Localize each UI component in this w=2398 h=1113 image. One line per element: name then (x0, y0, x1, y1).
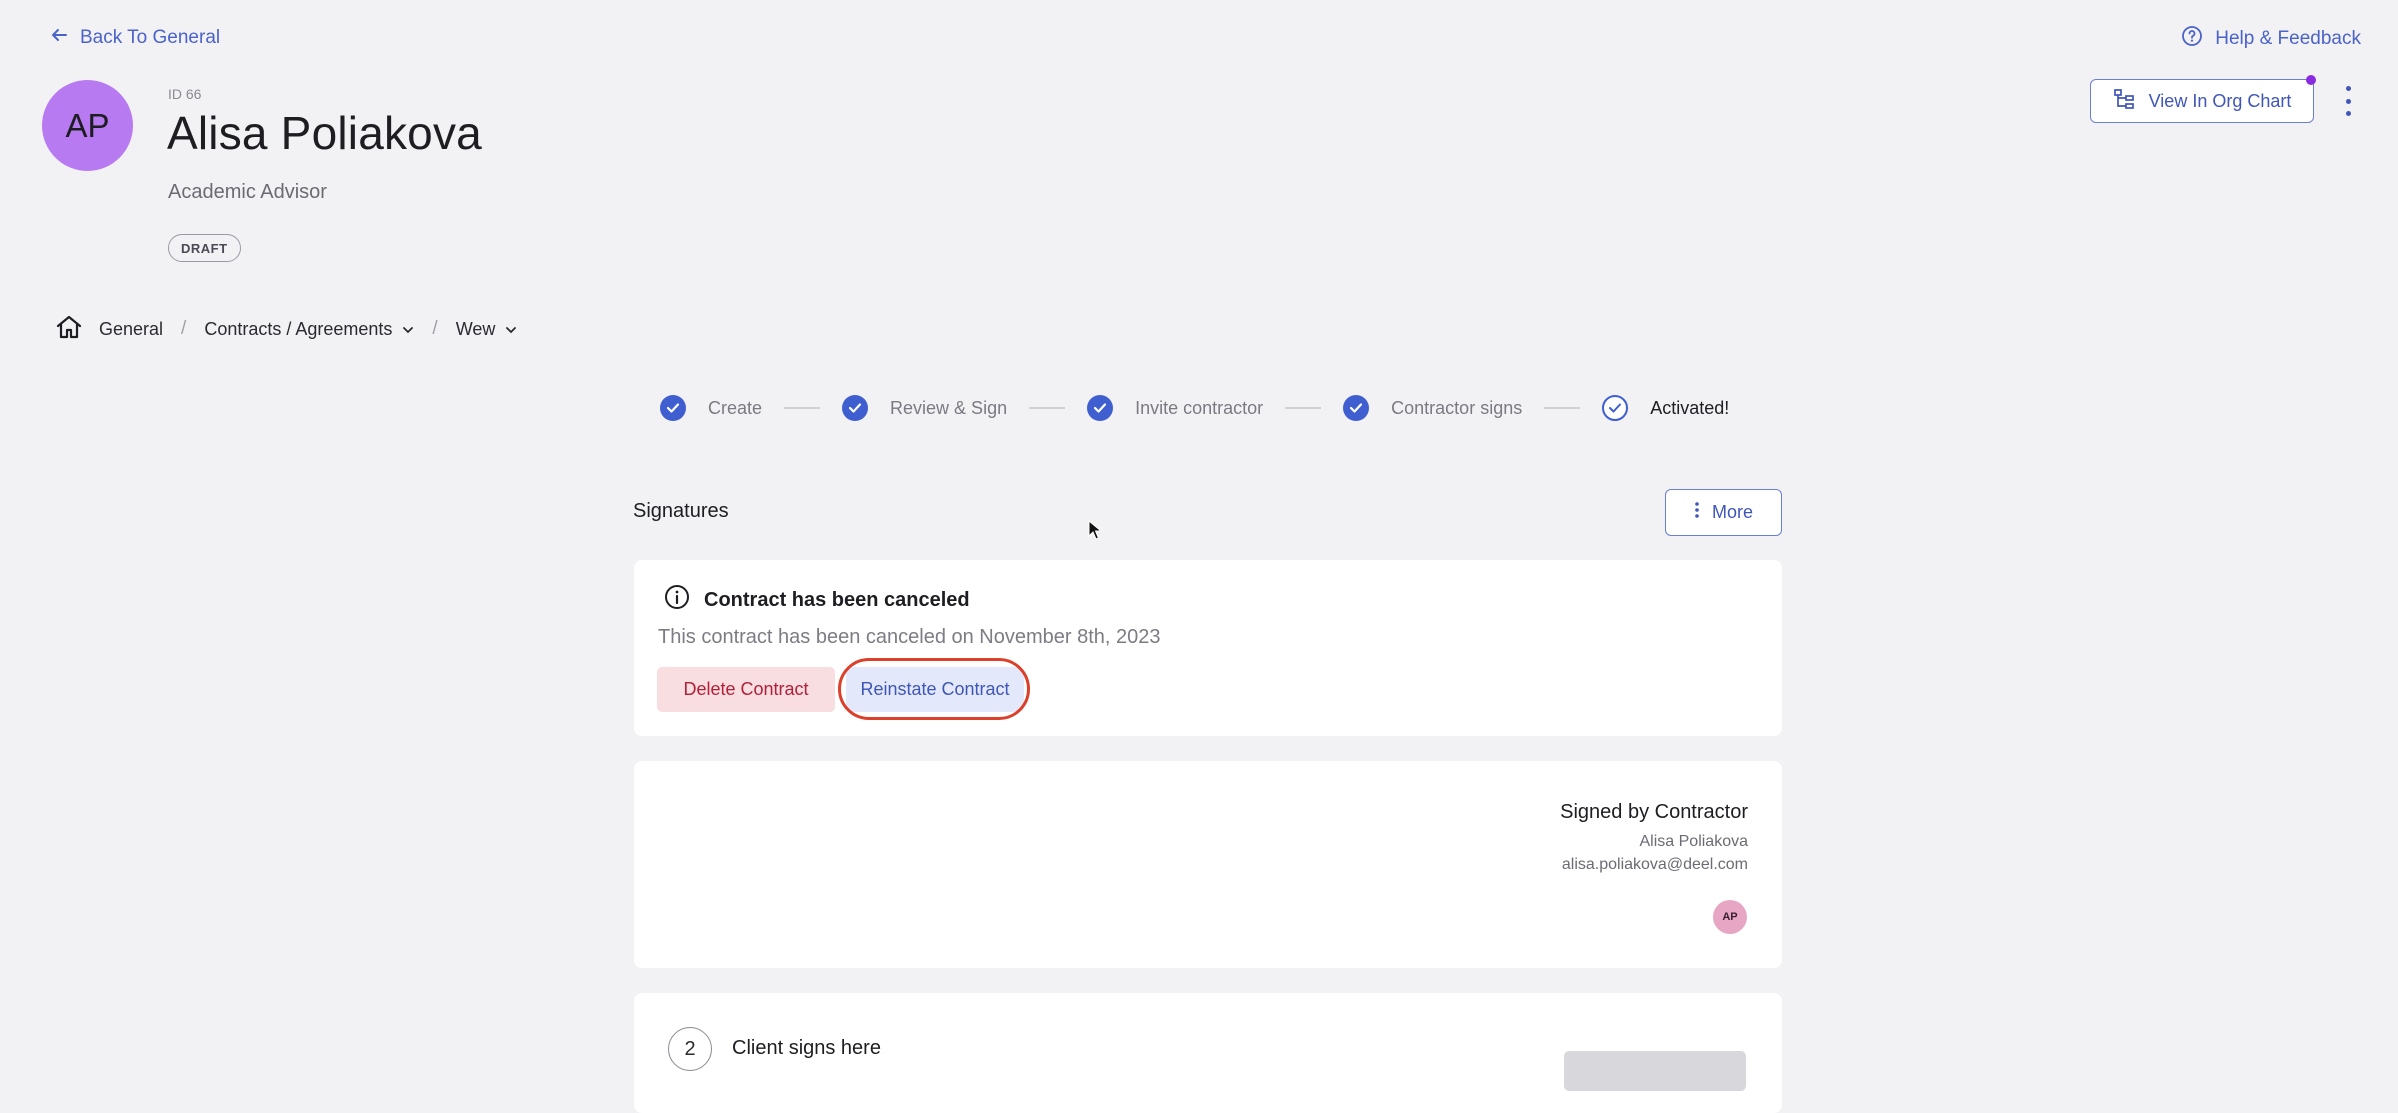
chevron-down-icon (402, 319, 414, 340)
home-icon (55, 314, 83, 345)
back-link-label: Back To General (80, 27, 221, 48)
breadcrumb-contracts[interactable]: Contracts / Agreements (204, 319, 414, 340)
step-contractor-signs: Contractor signs (1343, 395, 1522, 421)
step-create: Create (660, 395, 762, 421)
step-connector (1029, 407, 1066, 409)
status-badge: DRAFT (168, 234, 241, 262)
mouse-cursor-icon (1088, 519, 1103, 545)
breadcrumb-wew[interactable]: Wew (456, 319, 518, 340)
step-label: Activated! (1650, 397, 1730, 418)
more-options-icon[interactable] (2340, 86, 2356, 116)
signed-by-contractor-title: Signed by Contractor (1560, 801, 1748, 823)
step-label: Create (708, 397, 763, 418)
contractor-avatar: AP (1713, 900, 1747, 934)
contract-progress-stepper: Create Review & Sign Invite contractor C… (660, 392, 1729, 424)
arrow-left-icon (50, 26, 68, 50)
info-icon (664, 584, 690, 616)
chevron-down-icon (505, 319, 517, 340)
org-chart-icon (2113, 88, 2135, 115)
step-label: Contractor signs (1391, 397, 1523, 418)
avatar: AP (42, 80, 133, 171)
contractor-name: Alisa Poliakova (1639, 833, 1749, 850)
contractor-signature-card: Signed by Contractor Alisa Poliakova ali… (634, 761, 1782, 968)
check-circle-icon (660, 395, 686, 421)
step-connector (1544, 407, 1581, 409)
help-link-label: Help & Feedback (2215, 28, 2361, 49)
check-circle-icon (1343, 395, 1370, 421)
breadcrumb-wew-label: Wew (455, 318, 496, 339)
vertical-dots-icon (1694, 501, 1700, 524)
step-connector (1285, 407, 1322, 409)
contractor-email: alisa.poliakova@deel.com (1561, 856, 1748, 873)
help-circle-icon (2181, 25, 2203, 53)
view-org-chart-button[interactable]: View In Org Chart (2090, 79, 2314, 123)
step-number: 2 (668, 1027, 712, 1071)
check-circle-icon (842, 395, 869, 421)
back-to-general-link[interactable]: Back To General (50, 24, 220, 52)
step-label: Invite contractor (1135, 397, 1264, 418)
more-button[interactable]: More (1665, 489, 1782, 536)
help-feedback-link[interactable]: Help & Feedback (2181, 25, 2361, 53)
avatar-initials: AP (65, 106, 110, 144)
breadcrumb-contracts-label: Contracts / Agreements (204, 318, 393, 339)
check-circle-icon (1087, 395, 1114, 421)
step-invite-contractor: Invite contractor (1087, 395, 1263, 421)
client-signature-card: 2 Client signs here (634, 993, 1782, 1113)
employee-id: ID 66 (168, 86, 202, 102)
check-circle-outline-icon (1602, 395, 1629, 421)
client-signs-label: Client signs here (732, 1037, 881, 1059)
cancel-title-text: Contract has been canceled (704, 588, 970, 611)
job-title: Academic Advisor (168, 181, 327, 203)
breadcrumb-separator: / (181, 318, 187, 339)
notification-dot (2306, 75, 2316, 85)
more-button-label: More (1711, 502, 1753, 522)
breadcrumb: General / Contracts / Agreements / Wew (55, 314, 517, 344)
step-connector (784, 407, 821, 409)
signatures-heading: Signatures (633, 500, 729, 522)
breadcrumb-separator: / (432, 318, 438, 339)
contract-canceled-card: Contract has been canceled This contract… (634, 560, 1782, 736)
client-sign-button[interactable] (1564, 1051, 1746, 1091)
cancel-description: This contract has been canceled on Novem… (658, 626, 1161, 648)
page-title: Alisa Poliakova (167, 107, 482, 159)
reinstate-contract-button[interactable]: Reinstate Contract (846, 667, 1024, 712)
breadcrumb-general[interactable]: General (55, 314, 163, 345)
breadcrumb-general-label: General (99, 318, 164, 339)
cancel-title: Contract has been canceled (664, 584, 970, 616)
step-label: Review & Sign (890, 397, 1008, 418)
delete-contract-button[interactable]: Delete Contract (657, 667, 835, 712)
org-chart-label: View In Org Chart (2148, 90, 2292, 111)
step-activated: Activated! (1602, 395, 1729, 421)
step-review-sign: Review & Sign (842, 395, 1007, 421)
